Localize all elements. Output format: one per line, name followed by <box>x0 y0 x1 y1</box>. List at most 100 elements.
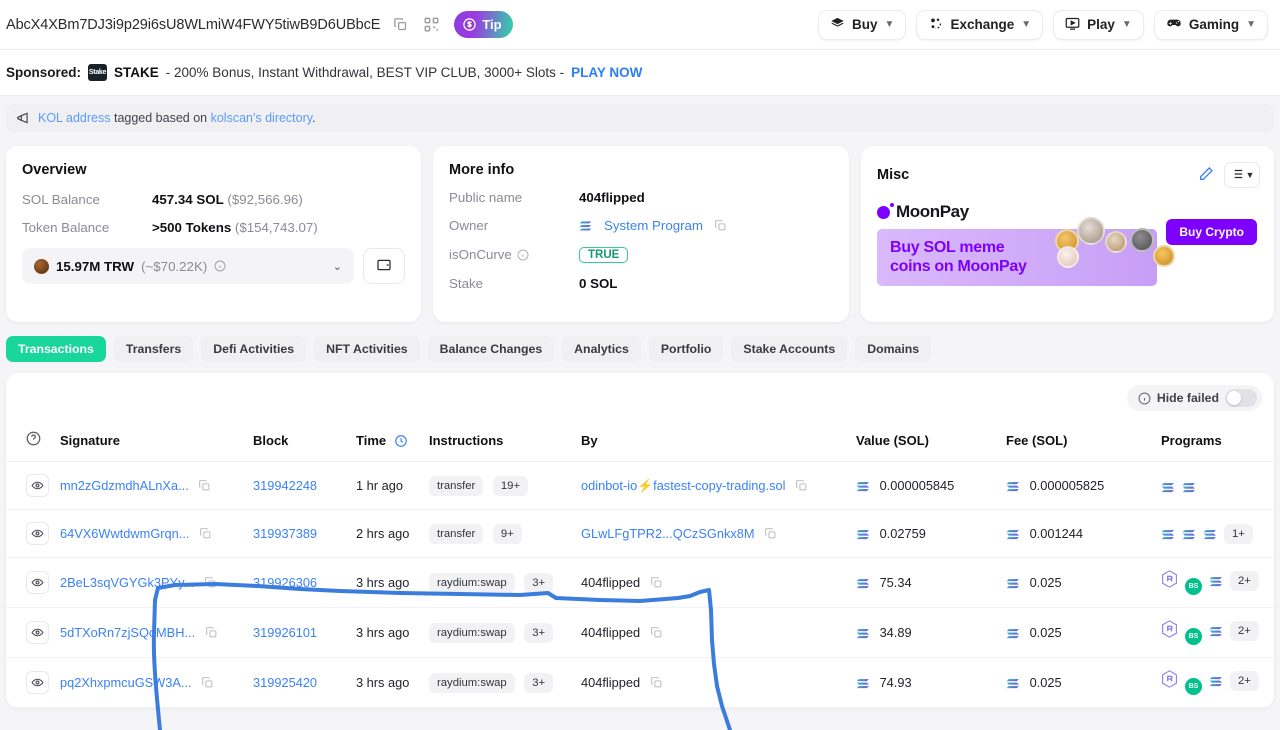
block-link[interactable]: 319926101 <box>253 625 317 640</box>
programs-more-chip[interactable]: 2+ <box>1230 621 1259 641</box>
buy-crypto-button[interactable]: Buy Crypto <box>1166 219 1257 245</box>
nav-buy-button[interactable]: Buy ▼ <box>818 9 907 40</box>
copy-icon[interactable] <box>650 676 663 689</box>
account-address[interactable]: AbcX4XBm7DJ3i9p29i6sU8WLmiW4FWY5tiwB9D6U… <box>6 17 380 33</box>
bonkswap-program-icon[interactable]: BS <box>1185 628 1202 645</box>
tab-analytics[interactable]: Analytics <box>562 336 641 362</box>
copy-icon[interactable] <box>714 219 727 232</box>
nav-gaming-button[interactable]: Gaming ▼ <box>1153 9 1268 40</box>
owner-label: Owner <box>449 218 489 233</box>
qr-code-icon[interactable] <box>420 14 442 36</box>
tab-stake-accounts[interactable]: Stake Accounts <box>731 336 848 362</box>
copy-icon[interactable] <box>199 527 212 540</box>
signature-link[interactable]: pq2XhxpmcuGSW3A... <box>60 675 192 690</box>
solana-program-icon[interactable] <box>1161 529 1175 541</box>
signature-link[interactable]: 5dTXoRn7zjSQoMBH... <box>60 625 195 640</box>
instruction-chip[interactable]: transfer <box>429 475 484 496</box>
instruction-more-chip[interactable]: 9+ <box>492 523 522 544</box>
kol-address-link[interactable]: KOL address <box>38 111 111 125</box>
tab-domains[interactable]: Domains <box>855 336 932 362</box>
sol-balance-label: SOL Balance <box>22 192 100 207</box>
col-time[interactable]: Time <box>356 421 429 462</box>
copy-icon[interactable] <box>764 527 777 540</box>
solana-program-icon[interactable] <box>1209 626 1223 638</box>
raydium-program-icon[interactable] <box>1161 620 1178 638</box>
cell-signature: mn2zGdzmdhALnXa... <box>60 461 253 510</box>
copy-icon[interactable] <box>204 576 217 589</box>
col-signature: Signature <box>60 421 253 462</box>
programs-more-chip[interactable]: 1+ <box>1224 523 1253 544</box>
list-view-button[interactable]: ▼ <box>1224 162 1260 188</box>
cell-signature: 5dTXoRn7zjSQoMBH... <box>60 607 253 658</box>
block-link[interactable]: 319942248 <box>253 478 317 493</box>
signature-link[interactable]: 2BeL3sqVGYGk3PYy... <box>60 575 194 590</box>
toggle-switch[interactable] <box>1225 389 1257 407</box>
instruction-chip[interactable]: transfer <box>429 523 484 544</box>
pencil-icon[interactable] <box>1198 166 1214 185</box>
tab-transactions[interactable]: Transactions <box>6 336 106 362</box>
block-link[interactable]: 319926306 <box>253 575 317 590</box>
hide-failed-toggle[interactable]: Hide failed <box>1126 385 1262 411</box>
kolscan-directory-link[interactable]: kolscan's directory <box>211 111 313 125</box>
solana-program-icon[interactable] <box>1203 529 1217 541</box>
eye-icon[interactable] <box>26 621 49 644</box>
instruction-more-chip[interactable]: 19+ <box>492 475 529 496</box>
solana-program-icon[interactable] <box>1209 676 1223 688</box>
programs-more-chip[interactable]: 2+ <box>1230 671 1259 691</box>
copy-icon[interactable] <box>198 479 211 492</box>
block-link[interactable]: 319937389 <box>253 526 317 541</box>
instruction-more-chip[interactable]: 3+ <box>524 672 554 693</box>
instruction-chip[interactable]: raydium:swap <box>429 572 515 593</box>
coin-icon <box>1130 228 1154 252</box>
chevron-down-icon[interactable]: ⌄ <box>333 260 342 273</box>
copy-icon[interactable] <box>795 479 808 492</box>
eye-icon[interactable] <box>26 474 49 497</box>
by-link[interactable]: odinbot-io⚡fastest-copy-trading.sol <box>581 478 785 493</box>
tab-transfers[interactable]: Transfers <box>113 336 194 362</box>
info-icon[interactable] <box>517 249 529 261</box>
instruction-chip[interactable]: raydium:swap <box>429 622 515 643</box>
eye-icon[interactable] <box>26 522 49 545</box>
block-link[interactable]: 319925420 <box>253 675 317 690</box>
instruction-more-chip[interactable]: 3+ <box>524 572 554 593</box>
nav-exchange-button[interactable]: Exchange ▼ <box>916 9 1044 40</box>
sponsored-cta-link[interactable]: PLAY NOW <box>571 65 642 80</box>
by-link[interactable]: GLwLFgTPR2...QCzSGnkx8M <box>581 526 755 541</box>
bonkswap-program-icon[interactable]: BS <box>1185 578 1202 595</box>
tip-button[interactable]: Tip <box>454 11 513 38</box>
raydium-program-icon[interactable] <box>1161 570 1178 588</box>
tab-portfolio[interactable]: Portfolio <box>648 336 724 362</box>
raydium-program-icon[interactable] <box>1161 670 1178 688</box>
eye-icon[interactable] <box>26 571 49 594</box>
instruction-more-chip[interactable]: 3+ <box>524 622 554 643</box>
cell-by: odinbot-io⚡fastest-copy-trading.sol <box>581 461 856 510</box>
programs-more-chip[interactable]: 2+ <box>1230 571 1259 591</box>
bonkswap-program-icon[interactable]: BS <box>1185 678 1202 695</box>
tab-defi-activities[interactable]: Defi Activities <box>201 336 307 362</box>
copy-icon[interactable] <box>389 14 411 36</box>
instruction-chip[interactable]: raydium:swap <box>429 672 515 693</box>
copy-icon[interactable] <box>201 676 214 689</box>
cell-signature: 64VX6WwtdwmGrqn... <box>60 509 253 558</box>
copy-icon[interactable] <box>650 576 663 589</box>
eye-icon[interactable] <box>26 671 49 694</box>
clock-icon[interactable] <box>394 434 408 448</box>
copy-icon[interactable] <box>205 626 218 639</box>
solana-program-icon[interactable] <box>1209 576 1223 588</box>
token-selector[interactable]: 15.97M TRW (~$70.22K) ⌄ <box>22 248 354 284</box>
signature-link[interactable]: mn2zGdzmdhALnXa... <box>60 478 189 493</box>
cell-block: 319926101 <box>253 607 356 658</box>
copy-icon[interactable] <box>650 626 663 639</box>
tab-balance-changes[interactable]: Balance Changes <box>427 336 555 362</box>
wallet-button[interactable] <box>363 248 405 284</box>
help-circle-icon[interactable] <box>26 431 41 446</box>
solana-program-icon[interactable] <box>1161 482 1175 494</box>
tab-nft-activities[interactable]: NFT Activities <box>314 336 420 362</box>
solana-program-icon[interactable] <box>1182 529 1196 541</box>
nav-play-button[interactable]: Play ▼ <box>1053 9 1144 40</box>
info-icon[interactable] <box>214 260 226 272</box>
solana-program-icon[interactable] <box>1182 482 1196 494</box>
moonpay-banner[interactable]: MoonPay Buy SOL meme coins on MoonPay Bu… <box>877 202 1260 288</box>
signature-link[interactable]: 64VX6WwtdwmGrqn... <box>60 526 189 541</box>
owner-link[interactable]: System Program <box>604 218 703 233</box>
